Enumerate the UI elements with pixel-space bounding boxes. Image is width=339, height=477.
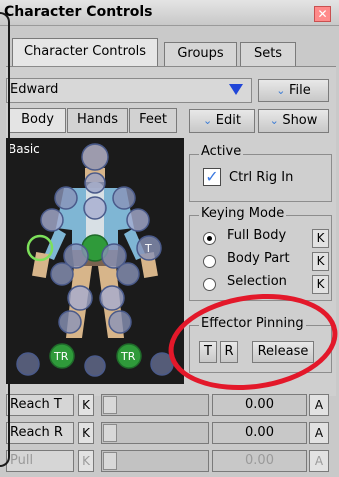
tab-feet[interactable]: Feet [129,108,177,133]
keying-mode-title: Keying Mode [199,206,287,221]
pull-slider-handle [103,452,117,470]
menu-arrow-icon: ⌄ [269,114,283,127]
reach-t-slider[interactable] [101,394,209,416]
pull-value: 0.00 [212,450,307,472]
effector-right-thigh[interactable] [116,262,140,286]
character-selected-value: Edward [10,82,59,97]
close-icon[interactable]: ✕ [314,6,331,22]
effector-left-leg[interactable] [58,310,82,334]
effector-left-elbow[interactable] [40,208,64,232]
effector-right-knee[interactable] [99,285,125,311]
key-full-body-button[interactable]: K [312,229,329,248]
window-title: Character Controls [4,4,153,20]
file-button-label: File [288,83,311,98]
effector-right-elbow[interactable] [126,208,150,232]
file-button[interactable]: ⌄ File [258,79,329,102]
tab-character-controls[interactable]: Character Controls [12,38,158,66]
effector-chest[interactable] [83,196,107,220]
reach-r-value[interactable]: 0.00 [212,422,307,444]
callout-bracket [0,12,10,467]
reach-r-slider-handle[interactable] [103,424,117,442]
effector-left-thigh[interactable] [50,262,74,286]
reach-t-a-button[interactable]: A [309,394,329,416]
reach-t-key-button[interactable]: K [78,394,94,416]
pull-key-button: K [78,450,94,472]
radio-body-part-label: Body Part [227,251,290,266]
menu-arrow-icon: ⌄ [276,84,289,97]
menu-arrow-icon: ⌄ [203,114,216,127]
radio-full-body[interactable] [203,232,216,245]
key-selection-button[interactable]: K [312,275,329,294]
foot-tr-marker-right: TR [120,350,136,363]
ctrl-rig-in-checkbox[interactable]: ✓ [203,168,221,186]
edit-button-label: Edit [215,113,241,128]
radio-body-part[interactable] [203,255,216,268]
reach-r-slider[interactable] [101,422,209,444]
reach-r-label: Reach R [6,422,74,444]
edit-button[interactable]: ⌄ Edit [189,109,255,133]
key-body-part-button[interactable]: K [312,252,329,271]
reach-r-key-button[interactable]: K [78,422,94,444]
pull-slider [101,450,209,472]
figure-mode-label: Basic [8,142,40,156]
effector-left-toe[interactable] [16,352,40,376]
reach-t-label: Reach T [6,394,74,416]
tab-hands[interactable]: Hands [67,108,128,133]
reach-t-slider-handle[interactable] [103,396,117,414]
effector-left-heel[interactable] [84,355,106,377]
radio-full-body-label: Full Body [227,228,287,243]
tab-groups[interactable]: Groups [164,42,237,66]
show-button[interactable]: ⌄ Show [258,109,329,133]
pull-label: Pull [6,450,74,472]
radio-selection-label: Selection [227,274,287,289]
wrist-t-marker: T [144,242,152,255]
pull-a-button: A [309,450,329,472]
effector-right-shoulder[interactable] [112,186,136,210]
reach-t-value[interactable]: 0.00 [212,394,307,416]
effector-right-leg[interactable] [108,310,132,334]
radio-selection[interactable] [203,278,216,291]
reach-r-a-button[interactable]: A [309,422,329,444]
tab-sets[interactable]: Sets [240,42,296,66]
effector-left-knee[interactable] [67,285,93,311]
effector-head[interactable] [81,143,109,171]
active-group-title: Active [199,144,244,159]
character-rig-figure[interactable]: T TR TR [6,138,184,384]
dropdown-arrow-icon[interactable] [229,84,243,95]
tab-body[interactable]: Body [9,108,66,133]
effector-neck[interactable] [84,172,106,194]
ctrl-rig-in-label: Ctrl Rig In [229,170,294,185]
effector-left-shoulder[interactable] [54,186,78,210]
foot-tr-marker-left: TR [53,350,69,363]
show-button-label: Show [282,113,318,128]
